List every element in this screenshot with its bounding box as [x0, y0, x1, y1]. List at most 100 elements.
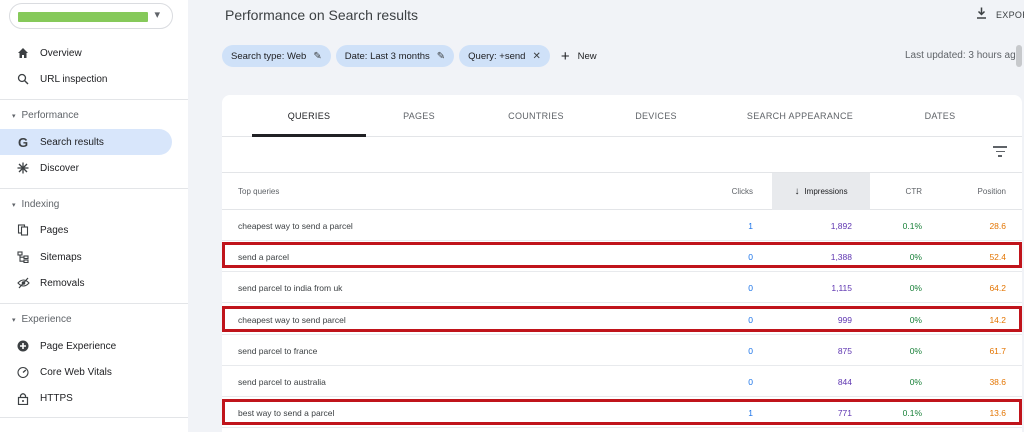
highlight-box	[222, 399, 1022, 425]
tab-dates[interactable]: DATES	[900, 95, 980, 137]
download-icon	[976, 7, 987, 22]
filter-chip-search-type[interactable]: Search type: Web ✎	[222, 45, 331, 67]
query-cell: cheapest way to send a parcel	[238, 220, 353, 231]
sidebar-item-label: HTTPS	[40, 392, 73, 404]
filter-chip-query[interactable]: Query: +send ✕	[459, 45, 550, 67]
clicks-cell: 0	[748, 345, 753, 356]
report-card: QUERIES PAGES COUNTRIES DEVICES SEARCH A…	[222, 95, 1022, 432]
section-toggle-indexing[interactable]: ▾ Indexing	[12, 199, 59, 210]
chip-label: Search type: Web	[231, 50, 307, 62]
tab-devices[interactable]: DEVICES	[606, 95, 706, 137]
edit-icon[interactable]: ✎	[437, 51, 445, 62]
last-updated: Last updated: 3 hours ago	[905, 50, 1022, 61]
query-cell: send parcel to india from uk	[238, 282, 343, 293]
column-header-ctr[interactable]: CTR	[906, 173, 922, 210]
sidebar-item-overview[interactable]: Overview	[0, 40, 172, 66]
ctr-cell: 0%	[909, 345, 922, 356]
collapse-arrow-icon: ▾	[12, 112, 16, 120]
section-label: Indexing	[21, 199, 60, 210]
section-toggle-performance[interactable]: ▾ Performance	[12, 110, 79, 121]
google-g-icon: G	[17, 134, 29, 150]
sidebar-divider	[0, 303, 188, 304]
impressions-cell: 1,115	[831, 282, 852, 293]
tab-bar: QUERIES PAGES COUNTRIES DEVICES SEARCH A…	[222, 95, 1022, 137]
sidebar-item-discover[interactable]: Discover	[0, 155, 172, 181]
sidebar-item-label: Core Web Vitals	[40, 366, 112, 378]
sidebar-item-label: URL inspection	[40, 73, 108, 85]
filter-rows-icon[interactable]	[993, 146, 1007, 158]
export-button[interactable]: EXPOR	[976, 7, 1024, 22]
ctr-cell: 0%	[909, 376, 922, 387]
sidebar: ▾ Overview URL inspection ▾ Performance …	[0, 0, 188, 432]
sidebar-item-removals[interactable]: Removals	[0, 270, 172, 296]
table-row[interactable]: send parcel to australia 0 844 0% 38.6	[222, 366, 1022, 397]
collapse-arrow-icon: ▾	[12, 201, 16, 209]
ctr-cell: 0.1%	[902, 220, 922, 231]
property-selector[interactable]: ▾	[9, 3, 173, 29]
active-tab-indicator	[252, 134, 366, 137]
impressions-cell: 875	[837, 345, 852, 356]
sidebar-item-label: Page Experience	[40, 340, 117, 352]
section-label: Experience	[21, 314, 72, 325]
column-header-label: Impressions	[804, 187, 848, 196]
query-cell: send parcel to france	[238, 345, 318, 356]
position-cell: 64.2	[989, 282, 1006, 293]
highlight-box	[222, 306, 1022, 332]
sidebar-item-https[interactable]: HTTPS	[0, 385, 172, 411]
position-cell: 38.6	[989, 376, 1006, 387]
home-icon	[16, 46, 30, 60]
table-row[interactable]: cheapest way to send a parcel 1 1,892 0.…	[222, 210, 1022, 241]
sidebar-item-page-experience[interactable]: Page Experience	[0, 333, 172, 359]
column-header-query: Top queries	[238, 187, 280, 196]
table-header: Top queries Clicks ↓ Impressions CTR Pos…	[222, 172, 1022, 210]
position-cell: 61.7	[989, 345, 1006, 356]
new-filter-label: New	[577, 50, 597, 62]
tab-countries[interactable]: COUNTRIES	[484, 95, 588, 137]
clicks-cell: 0	[748, 282, 753, 293]
sidebar-item-label: Pages	[40, 224, 69, 236]
scrollbar[interactable]	[1016, 45, 1022, 67]
chip-label: Date: Last 3 months	[344, 50, 430, 62]
sidebar-divider	[0, 188, 188, 189]
clicks-cell: 0	[748, 376, 753, 387]
table-row[interactable]: send parcel to france 0 875 0% 61.7	[222, 335, 1022, 366]
search-icon	[16, 72, 30, 86]
sidebar-item-label: Discover	[40, 162, 79, 174]
chip-label: Query: +send	[468, 50, 526, 62]
tab-pages[interactable]: PAGES	[372, 95, 466, 137]
sidebar-item-label: Search results	[40, 136, 104, 148]
sidebar-item-url-inspection[interactable]: URL inspection	[0, 66, 172, 92]
property-name-redacted	[18, 12, 148, 22]
sitemap-icon	[16, 250, 30, 264]
eye-off-icon	[16, 276, 30, 290]
table-row[interactable]: send parcel to india from uk 0 1,115 0% …	[222, 272, 1022, 303]
sidebar-item-label: Removals	[40, 277, 85, 289]
filter-chip-date[interactable]: Date: Last 3 months ✎	[335, 45, 455, 67]
sidebar-item-core-web-vitals[interactable]: Core Web Vitals	[0, 359, 172, 385]
edit-icon[interactable]: ✎	[313, 51, 321, 62]
plus-icon: +	[560, 47, 570, 65]
column-header-position[interactable]: Position	[978, 173, 1006, 210]
gauge-icon	[16, 365, 30, 379]
highlight-box	[222, 242, 1022, 268]
sidebar-item-search-results[interactable]: G Search results	[0, 129, 172, 155]
column-header-impressions[interactable]: ↓ Impressions	[772, 173, 870, 210]
column-header-clicks[interactable]: Clicks	[732, 173, 753, 210]
tab-queries[interactable]: QUERIES	[252, 95, 366, 137]
page-title: Performance on Search results	[225, 7, 418, 23]
pages-icon	[16, 223, 30, 237]
sidebar-divider	[0, 99, 188, 100]
asterisk-icon	[16, 161, 30, 175]
lock-icon	[16, 391, 30, 405]
chevron-down-icon: ▾	[154, 9, 160, 21]
sidebar-divider	[0, 417, 188, 418]
plus-circle-icon	[16, 339, 30, 353]
close-icon[interactable]: ✕	[532, 51, 540, 62]
new-filter-button[interactable]: + New	[561, 49, 597, 64]
sidebar-item-pages[interactable]: Pages	[0, 217, 172, 243]
section-toggle-experience[interactable]: ▾ Experience	[12, 314, 72, 325]
section-label: Performance	[21, 110, 79, 121]
tab-search-appearance[interactable]: SEARCH APPEARANCE	[722, 95, 878, 137]
impressions-cell: 1,892	[830, 220, 852, 231]
sidebar-item-sitemaps[interactable]: Sitemaps	[0, 244, 172, 270]
